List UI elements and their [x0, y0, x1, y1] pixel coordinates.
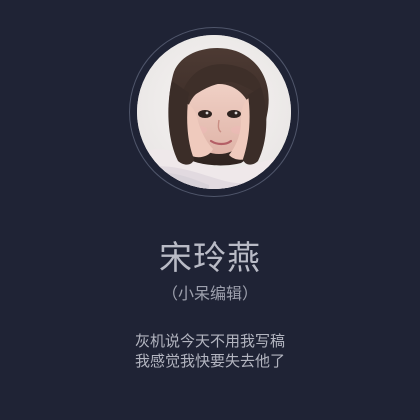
profile-photo-icon [137, 35, 291, 189]
profile-name: 宋玲燕 [159, 238, 261, 277]
profile-subtitle: （小呆编辑） [161, 284, 258, 303]
avatar [137, 35, 291, 189]
bio-line-2: 我感觉我快要失去他了 [134, 352, 285, 370]
profile-card: 宋玲燕 （小呆编辑） 灰机说今天不用我写稿 我感觉我快要失去他了 [0, 0, 420, 420]
profile-bio: 灰机说今天不用我写稿 我感觉我快要失去他了 [0, 331, 420, 371]
bio-line-1: 灰机说今天不用我写稿 [134, 332, 285, 350]
